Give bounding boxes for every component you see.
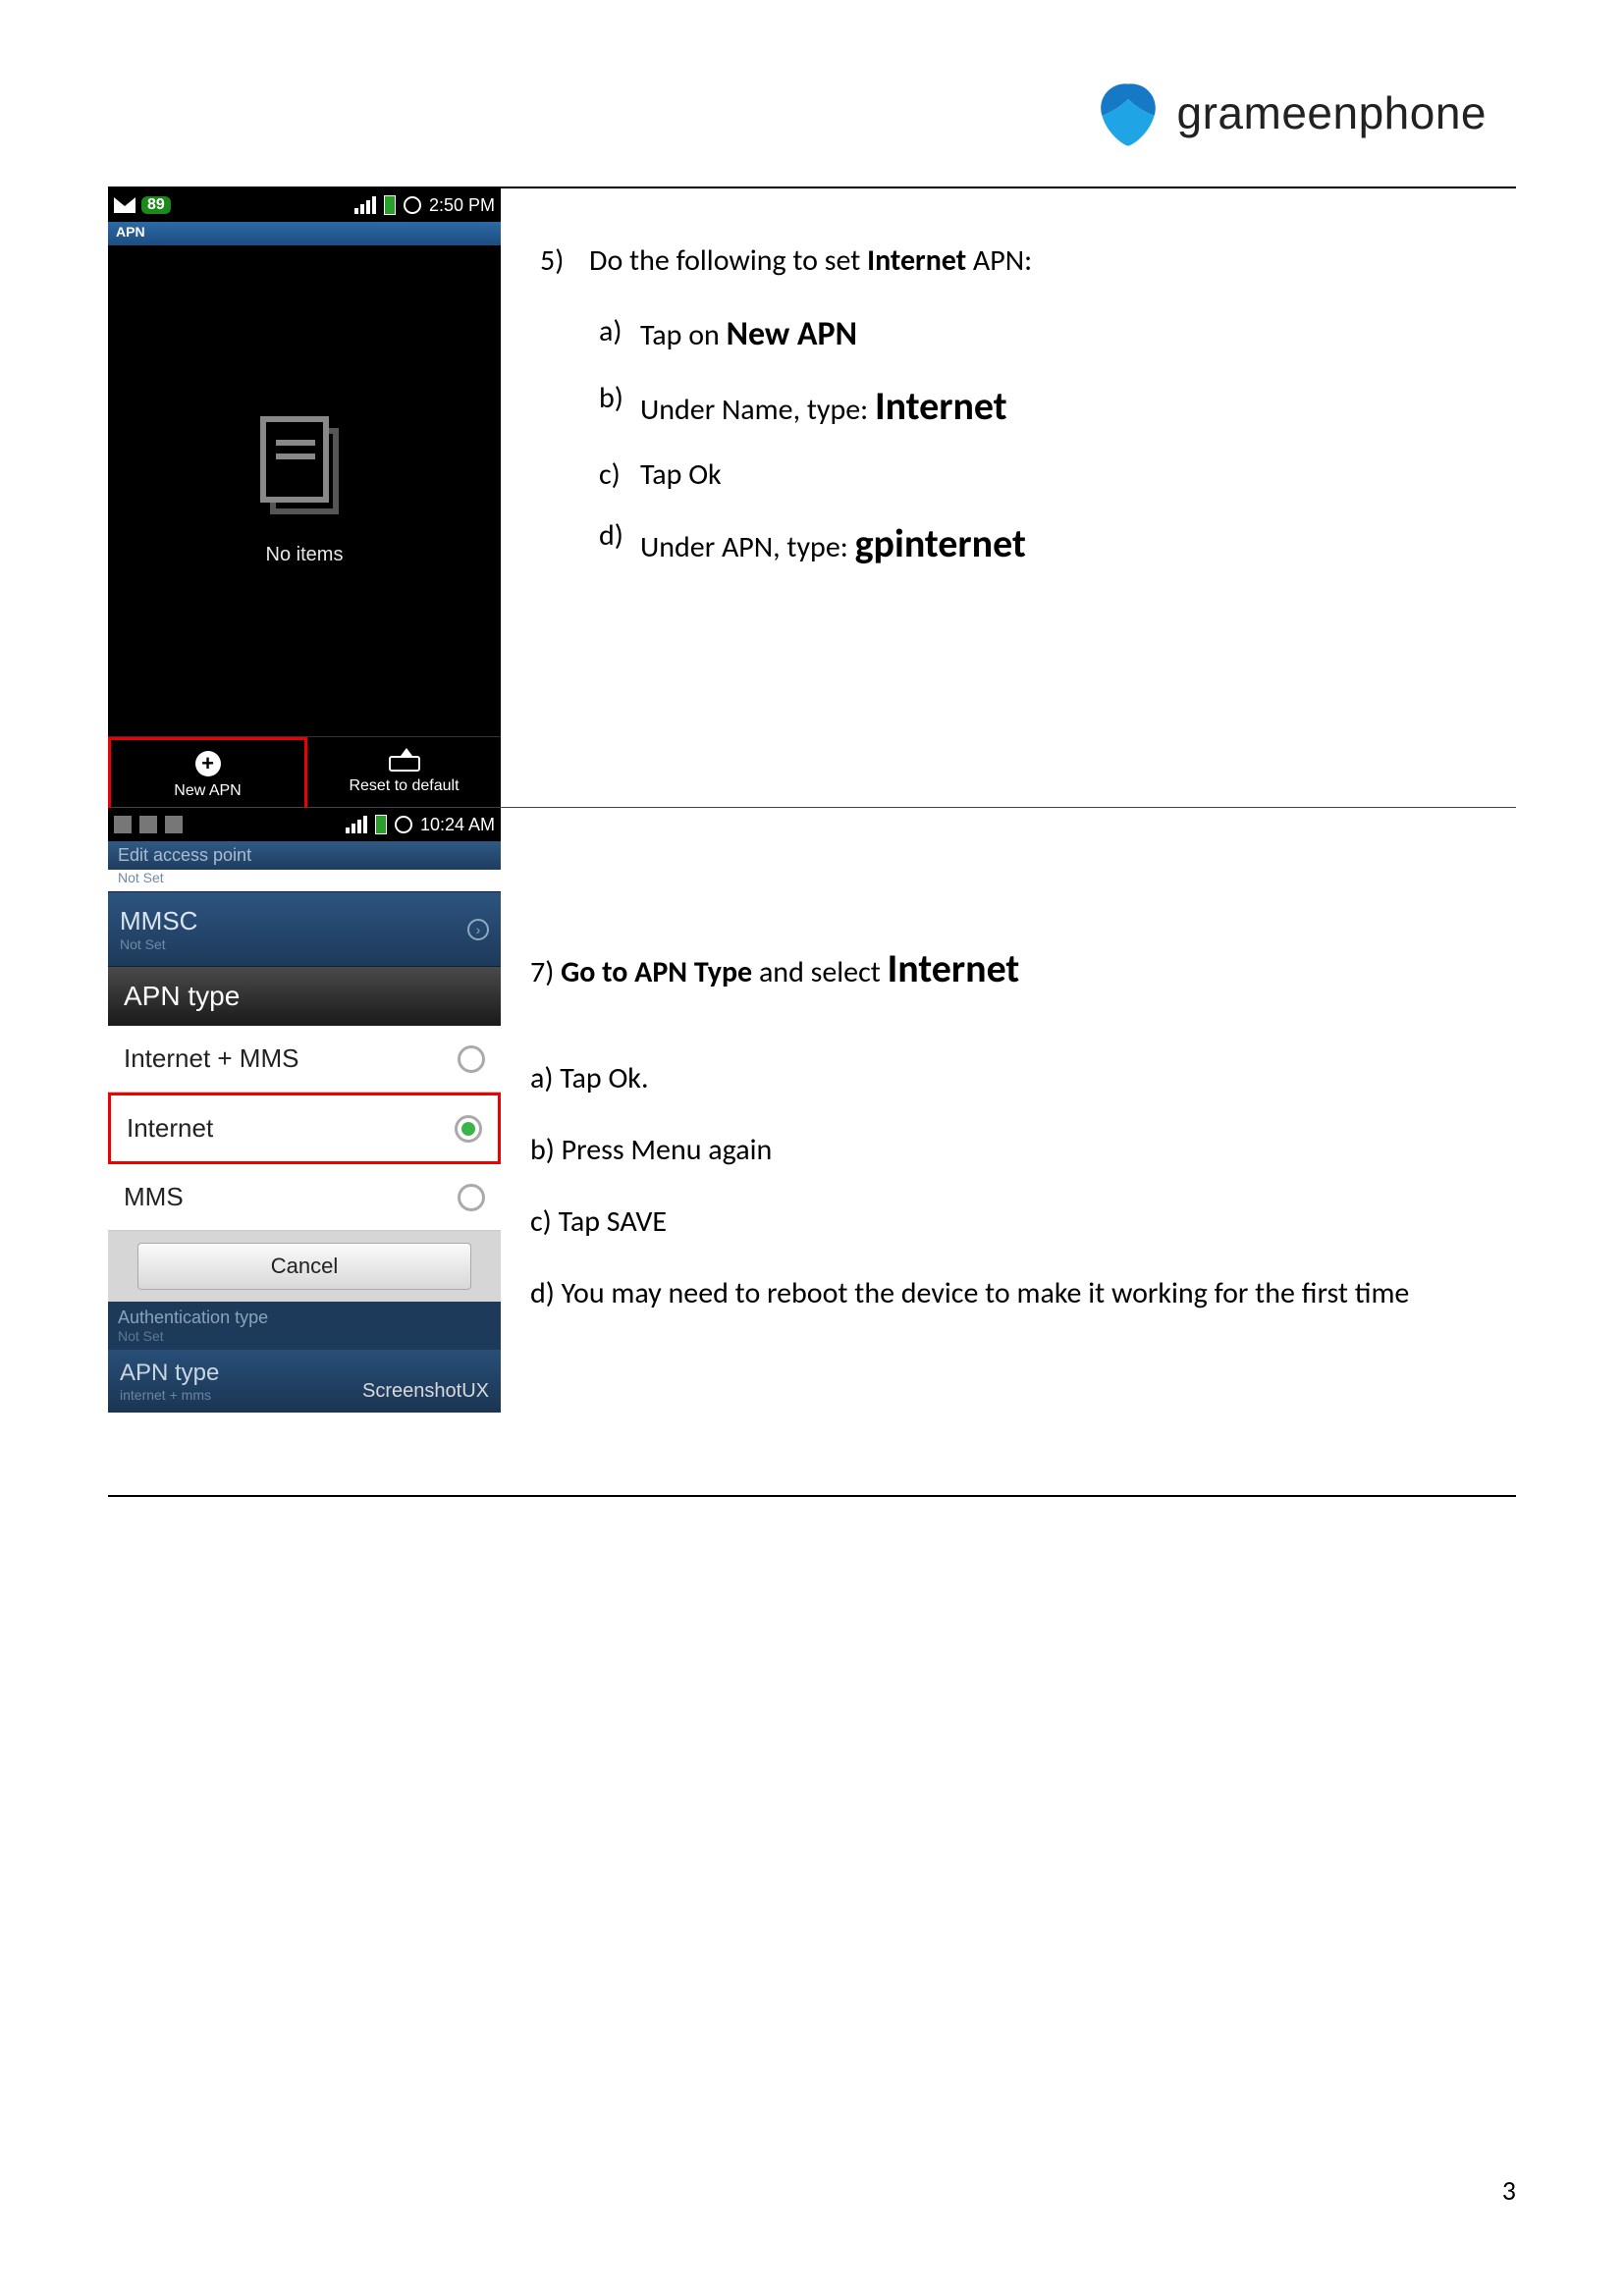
- screenshot-apn-empty: 89 2:50 PM APN No items + New APN: [108, 188, 501, 807]
- step7-instructions: 7) Go to APN Type and select Internet a)…: [501, 808, 1516, 1369]
- no-items-label: No items: [266, 544, 344, 566]
- status-time: 10:24 AM: [420, 815, 495, 835]
- screenshot-apn-type-dialog: 10:24 AM Edit access point Not Set MMSC …: [108, 808, 501, 1466]
- apn-type-label: APN type: [120, 1360, 219, 1386]
- alarm-icon: [395, 816, 412, 833]
- status-icon: [165, 816, 183, 833]
- step7-d: d) You may need to reboot the device to …: [530, 1268, 1487, 1318]
- step7-a: a) Tap Ok.: [530, 1053, 1487, 1103]
- option-internet[interactable]: Internet: [108, 1093, 501, 1164]
- mmsc-row[interactable]: MMSC Not Set ›: [108, 891, 501, 967]
- substep-c: Tap Ok: [640, 452, 722, 499]
- new-apn-button[interactable]: + New APN: [108, 737, 307, 813]
- new-apn-label: New APN: [174, 782, 241, 800]
- step5-lead: Do the following to set Internet APN:: [589, 238, 1032, 285]
- step7-c: c) Tap SAVE: [530, 1197, 1487, 1247]
- notification-badge: 89: [141, 196, 171, 214]
- substep-b: Under Name, type: Internet: [640, 375, 1007, 438]
- apn-type-dialog: APN type Internet + MMS Internet MMS Can…: [108, 967, 501, 1302]
- step5-instructions: 5) Do the following to set Internet APN:…: [501, 188, 1516, 618]
- status-bar: 10:24 AM: [108, 808, 501, 841]
- authentication-type-row: Authentication type Not Set: [108, 1302, 501, 1350]
- radio-selected-icon: [455, 1115, 482, 1143]
- page-number: 3: [1502, 2173, 1516, 2208]
- option-mms[interactable]: MMS: [108, 1164, 501, 1231]
- status-icon: [139, 816, 157, 833]
- mmsc-label: MMSC: [120, 906, 197, 935]
- header-sub: Not Set: [108, 870, 501, 891]
- radio-icon: [458, 1184, 485, 1211]
- mmsc-sub: Not Set: [120, 936, 197, 952]
- reset-label: Reset to default: [349, 777, 459, 795]
- status-icon: [114, 816, 132, 833]
- edit-access-point-header: Edit access point: [108, 841, 501, 870]
- signal-icon: [354, 196, 376, 214]
- cancel-button[interactable]: Cancel: [137, 1243, 471, 1290]
- substep-letter: a): [599, 308, 640, 361]
- radio-icon: [458, 1045, 485, 1073]
- step-number: 5): [540, 238, 589, 285]
- battery-icon: [375, 815, 387, 834]
- signal-icon: [346, 816, 367, 833]
- status-bar: 89 2:50 PM: [108, 188, 501, 222]
- chevron-right-icon: ›: [467, 919, 489, 940]
- mail-icon: [114, 197, 135, 213]
- reset-icon: [389, 756, 420, 772]
- grameenphone-logo-icon: [1094, 79, 1163, 147]
- alarm-icon: [404, 196, 421, 214]
- apn-header: APN: [108, 222, 501, 245]
- battery-icon: [384, 195, 396, 215]
- status-time: 2:50 PM: [429, 195, 495, 216]
- substep-d: Under APN, type: gpinternet: [640, 512, 1026, 575]
- step7-lead: 7) Go to APN Type and select Internet: [530, 935, 1487, 1002]
- apn-type-row[interactable]: APN type internet + mms ScreenshotUX: [108, 1350, 501, 1413]
- substep-letter: c): [599, 452, 640, 499]
- divider-bottom: [108, 1495, 1516, 1497]
- apn-type-sub: internet + mms: [120, 1387, 219, 1403]
- dialog-title: APN type: [108, 967, 501, 1026]
- step7-b: b) Press Menu again: [530, 1125, 1487, 1175]
- brand-logo: grameenphone: [108, 79, 1516, 147]
- empty-document-icon: [260, 416, 349, 524]
- substep-letter: d): [599, 512, 640, 575]
- screenshot-watermark: ScreenshotUX: [362, 1380, 489, 1403]
- option-internet-mms[interactable]: Internet + MMS: [108, 1026, 501, 1093]
- substep-letter: b): [599, 375, 640, 438]
- logo-text: grameenphone: [1177, 86, 1487, 139]
- substep-a: Tap on New APN: [640, 308, 857, 361]
- plus-icon: +: [195, 751, 221, 776]
- reset-default-button[interactable]: Reset to default: [307, 737, 501, 813]
